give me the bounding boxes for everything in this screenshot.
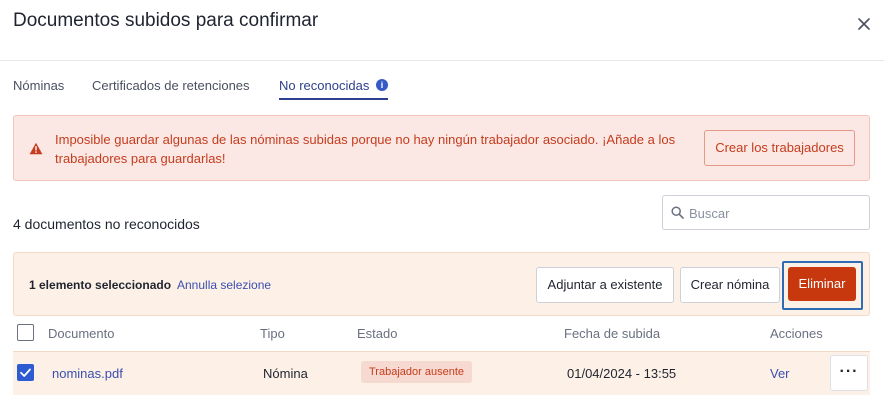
clear-selection-link[interactable]: Annulla selezione xyxy=(177,278,271,292)
tab-certificados[interactable]: Certificados de retenciones xyxy=(92,78,250,93)
selection-bar: 1 elemento seleccionado Annulla selezion… xyxy=(13,252,870,316)
row-checkbox[interactable] xyxy=(17,364,34,381)
upload-date: 01/04/2024 - 13:55 xyxy=(567,366,677,381)
create-workers-button[interactable]: Crear los trabajadores xyxy=(704,130,855,166)
status-badge: Trabajador ausente xyxy=(361,361,472,383)
tab-no-reconocidas[interactable]: No reconocidas xyxy=(279,78,369,93)
table-row: nominas.pdf Nómina Trabajador ausente 01… xyxy=(13,351,870,395)
info-icon: i xyxy=(376,79,388,91)
search-input[interactable]: Buscar xyxy=(662,195,870,230)
dialog-title: Documentos subidos para confirmar xyxy=(13,10,319,31)
more-actions-button[interactable]: ··· xyxy=(830,355,868,391)
delete-button[interactable]: Eliminar xyxy=(788,267,856,301)
warning-alert: Imposible guardar algunas de las nóminas… xyxy=(13,115,870,181)
search-placeholder: Buscar xyxy=(689,206,730,221)
attach-existing-button[interactable]: Adjuntar a existente xyxy=(536,267,674,303)
active-tab-indicator xyxy=(279,98,388,100)
create-payslip-button[interactable]: Crear nómina xyxy=(680,267,780,303)
column-header-tipo[interactable]: Tipo xyxy=(260,326,285,341)
column-header-acciones: Acciones xyxy=(770,326,823,341)
column-header-fecha[interactable]: Fecha de subida xyxy=(564,326,660,341)
column-header-estado[interactable]: Estado xyxy=(357,326,397,341)
document-link[interactable]: nominas.pdf xyxy=(52,366,123,381)
warning-icon xyxy=(29,142,43,160)
selection-count: 1 elemento seleccionado xyxy=(29,278,172,292)
select-all-checkbox[interactable] xyxy=(17,324,34,341)
close-icon[interactable] xyxy=(855,15,873,33)
tab-nominas[interactable]: Nóminas xyxy=(13,78,64,93)
header-divider xyxy=(0,60,884,61)
alert-message: Imposible guardar algunas de las nóminas… xyxy=(55,132,676,166)
column-header-documento[interactable]: Documento xyxy=(48,326,114,341)
documents-count: 4 documentos no reconocidos xyxy=(13,216,200,232)
document-type: Nómina xyxy=(263,366,308,381)
view-link[interactable]: Ver xyxy=(770,366,790,381)
search-icon xyxy=(671,206,684,224)
